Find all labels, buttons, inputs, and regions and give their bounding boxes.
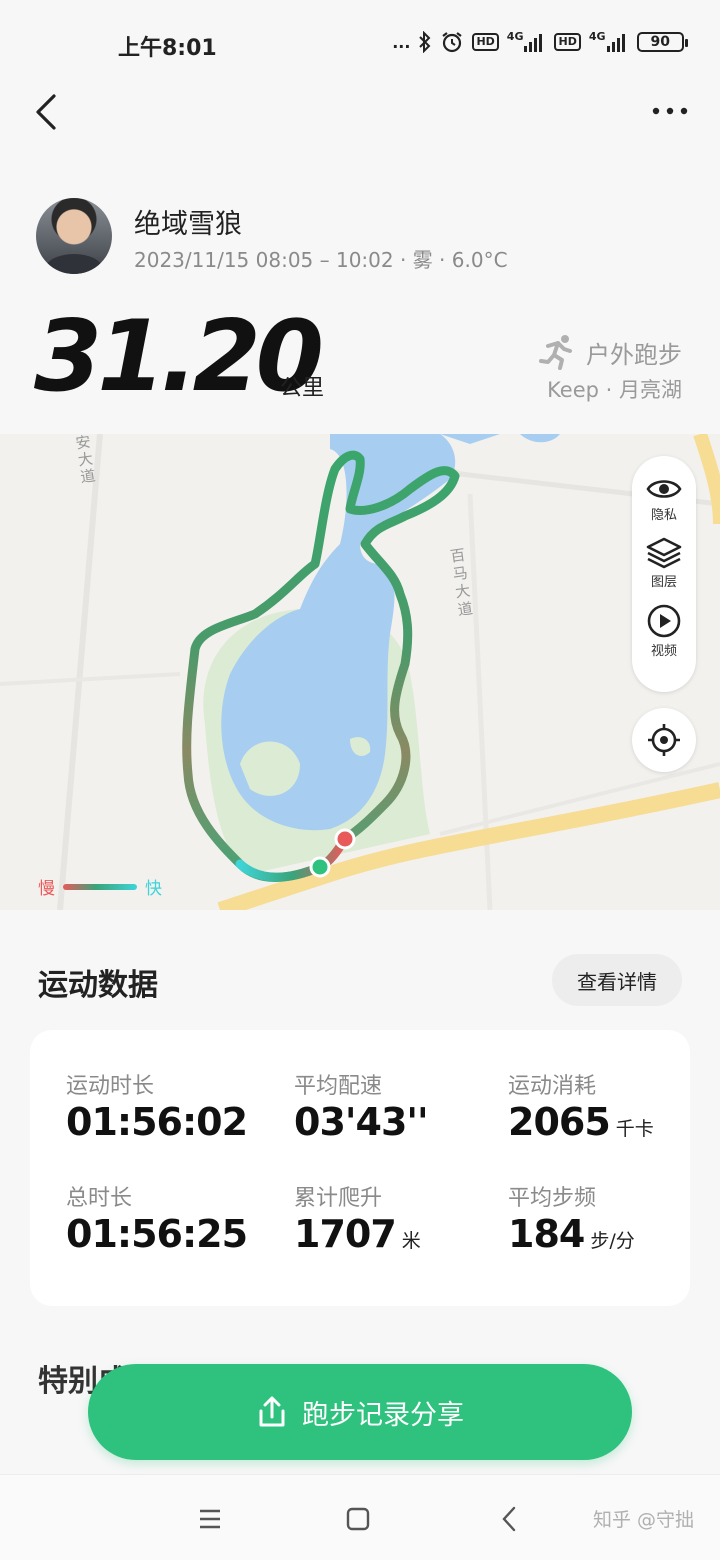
legend-slow: 慢	[38, 879, 55, 899]
stat-label: 运动时长	[66, 1074, 155, 1099]
sport-type-label: 户外跑步	[586, 340, 682, 369]
avatar[interactable]	[36, 198, 112, 274]
menu-icon	[200, 1509, 220, 1529]
signal-bars-icon	[606, 34, 625, 52]
bluetooth-icon	[419, 31, 431, 53]
crosshair-icon	[648, 724, 680, 756]
stat-label: 累计爬升	[294, 1186, 383, 1211]
legend-fast: 快	[145, 879, 162, 899]
stat-duration: 运动时长 01:56:02	[66, 1068, 253, 1144]
share-button-label: 跑步记录分享	[302, 1399, 464, 1431]
square-home-icon	[346, 1507, 370, 1531]
route-start-marker	[309, 856, 331, 878]
layers-icon	[646, 537, 682, 569]
sport-type: 户外跑步	[538, 334, 682, 370]
stat-value: 184	[508, 1212, 585, 1256]
share-run-button[interactable]: 跑步记录分享	[88, 1364, 632, 1460]
more-dots-icon	[652, 107, 688, 115]
battery-indicator: 90	[636, 32, 689, 52]
username[interactable]: 绝域雪狼	[134, 202, 242, 241]
stat-elevation-gain: 累计爬升 1707 米	[294, 1180, 421, 1256]
section-title: 运动数据	[38, 968, 158, 1003]
map-canvas	[0, 434, 720, 910]
signal-bars-icon	[524, 34, 543, 52]
status-bar: 上午8:01 ... HD 4G HD 4G 90	[0, 0, 720, 88]
legend-gradient-bar	[63, 883, 137, 890]
sport-source: Keep · 月亮湖	[547, 378, 682, 402]
play-icon	[647, 604, 681, 638]
stat-label: 平均步频	[508, 1186, 597, 1211]
distance-value: 31.20	[34, 300, 324, 414]
route-map[interactable]: 安大道 百马大道 隐私 图层 视频 慢 快	[0, 434, 720, 910]
hd-badge-2: HD	[554, 33, 581, 51]
stat-value: 01:56:25	[66, 1212, 248, 1256]
view-details-button[interactable]: 查看详情	[552, 954, 682, 1006]
stat-unit: 米	[401, 1230, 421, 1252]
stat-cadence: 平均步频 184 步/分	[508, 1180, 635, 1256]
speed-legend: 慢 快	[38, 874, 162, 899]
stat-unit: 步/分	[590, 1230, 635, 1252]
stat-label: 总时长	[66, 1186, 133, 1211]
back-button[interactable]	[28, 90, 68, 134]
chevron-left-icon	[36, 94, 56, 130]
distance-unit: 公里	[280, 376, 325, 401]
eye-icon	[646, 480, 682, 498]
system-nav-bar: 知乎 @守拙	[0, 1474, 720, 1560]
status-time: 上午8:01	[118, 36, 217, 61]
hd-badge-1: HD	[472, 33, 499, 51]
route-end-marker	[334, 828, 356, 850]
status-icons: ... HD 4G HD 4G 90	[392, 30, 689, 54]
map-controls: 隐私 图层 视频	[632, 456, 696, 692]
stat-unit: 千卡	[615, 1118, 654, 1140]
stat-label: 运动消耗	[508, 1074, 597, 1099]
chevron-left-icon	[502, 1506, 516, 1532]
home-button[interactable]	[338, 1501, 378, 1537]
stats-card: 运动时长 01:56:02 平均配速 03'43'' 运动消耗 2065 千卡 总…	[30, 1030, 690, 1306]
stat-value: 1707	[294, 1212, 397, 1256]
recents-button[interactable]	[190, 1501, 230, 1537]
system-back-button[interactable]	[490, 1501, 530, 1537]
share-icon	[259, 1396, 285, 1427]
signal-1: 4G	[507, 31, 547, 52]
stat-value: 2065	[508, 1100, 611, 1144]
more-notifications-icon: ...	[392, 32, 411, 52]
stat-avg-pace: 平均配速 03'43''	[294, 1068, 434, 1144]
stat-calories: 运动消耗 2065 千卡	[508, 1068, 654, 1144]
stat-value: 01:56:02	[66, 1100, 248, 1144]
more-options-button[interactable]	[648, 96, 692, 126]
video-button[interactable]: 视频	[647, 604, 681, 659]
stat-value: 03'43''	[294, 1100, 429, 1144]
running-person-icon	[539, 335, 572, 370]
privacy-toggle[interactable]: 隐私	[646, 476, 682, 523]
stat-label: 平均配速	[294, 1074, 383, 1099]
watermark: 知乎 @守拙	[592, 1509, 694, 1531]
stat-total-time: 总时长 01:56:25	[66, 1180, 253, 1256]
locate-button[interactable]	[632, 708, 696, 772]
layers-toggle[interactable]: 图层	[646, 537, 682, 590]
signal-2: 4G	[589, 31, 629, 52]
activity-meta: 2023/11/15 08:05 – 10:02 · 雾 · 6.0°C	[134, 248, 508, 272]
alarm-icon	[442, 32, 463, 53]
